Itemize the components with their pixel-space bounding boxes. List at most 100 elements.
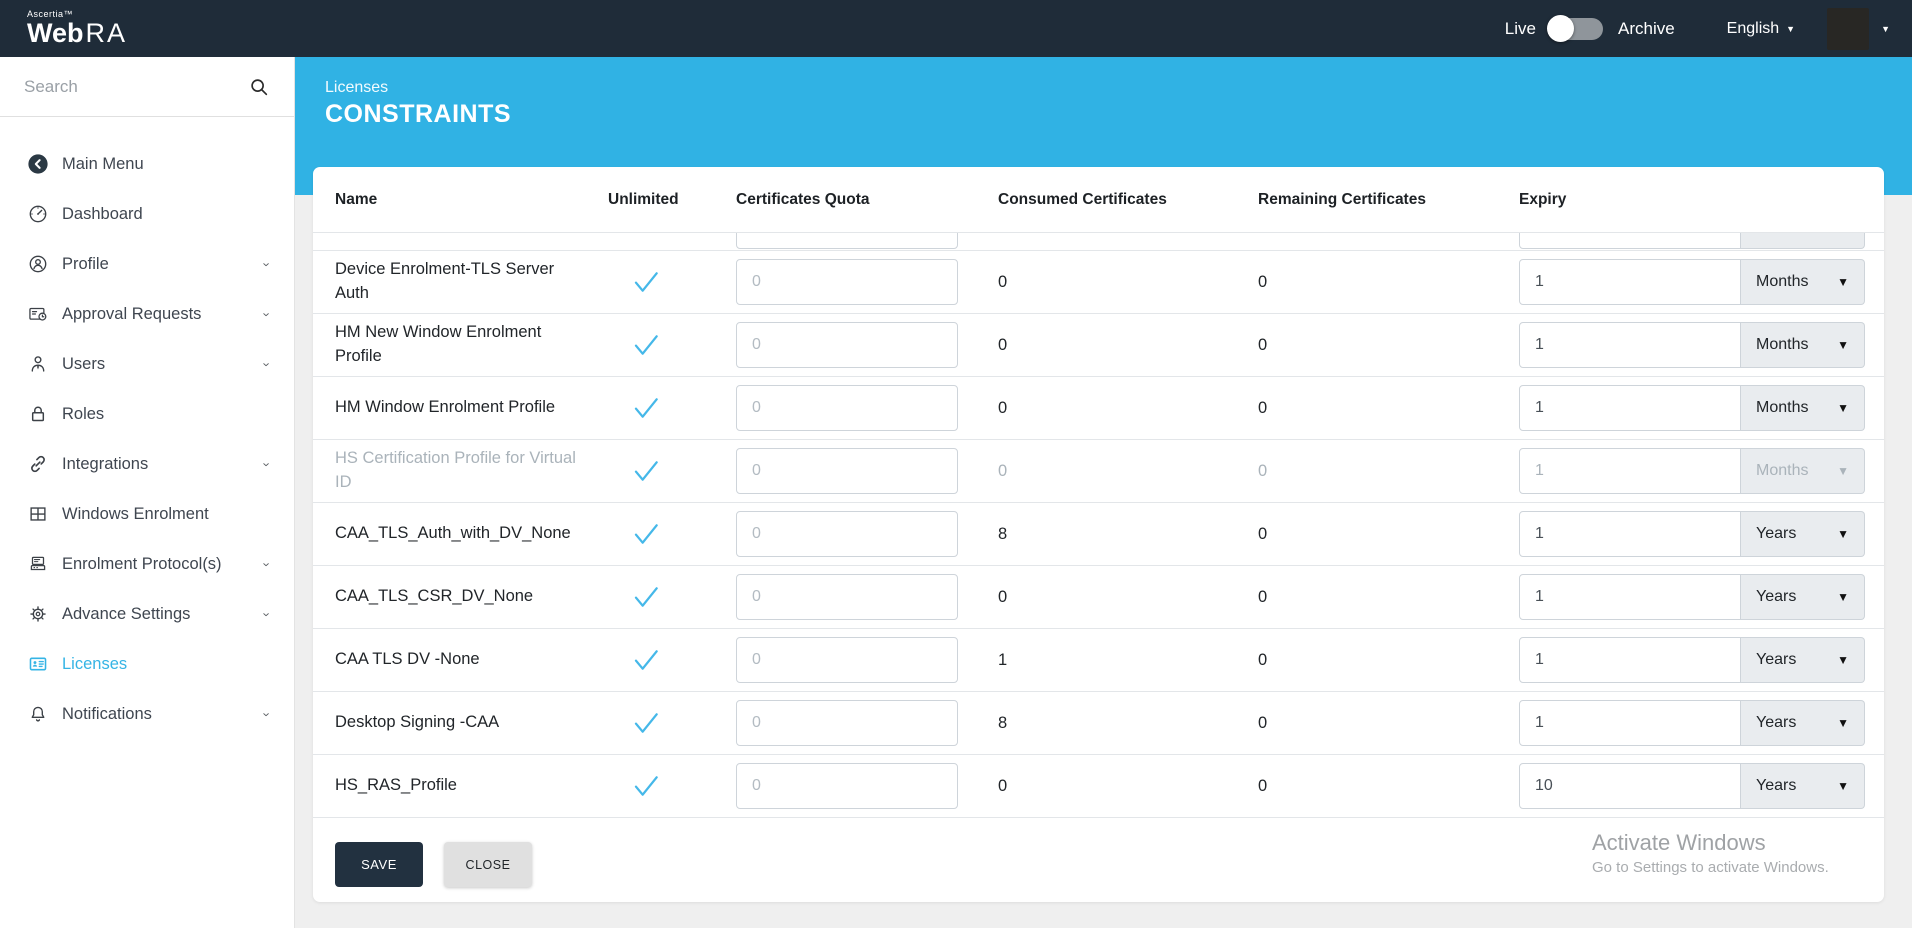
sidebar-search	[0, 57, 294, 117]
sidebar-item-users[interactable]: Users ›	[0, 339, 294, 389]
expiry-value-input[interactable]	[1519, 763, 1741, 809]
sidebar-item-roles[interactable]: Roles ›	[0, 389, 294, 439]
sidebar-item-enrolment-protocols[interactable]: Enrolment Protocol(s) ›	[0, 539, 294, 589]
avatar[interactable]	[1827, 8, 1869, 50]
save-button[interactable]: SAVE	[335, 842, 423, 887]
remaining-certificates-value: 0	[1258, 777, 1519, 796]
main-area: Licenses CONSTRAINTS Name Unlimited Cert…	[295, 57, 1912, 928]
unlimited-cell	[608, 455, 736, 487]
certificates-quota-input[interactable]	[736, 637, 958, 683]
table-body: Device Enrolment-TLS Server Auth 0 0 Mon…	[313, 251, 1884, 818]
close-button[interactable]: CLOSE	[444, 842, 532, 887]
sidebar-item-label: Approval Requests	[62, 305, 201, 324]
expiry-cell: Months ▼	[1519, 259, 1865, 305]
certificates-quota-input[interactable]	[736, 385, 958, 431]
check-icon	[630, 392, 662, 424]
chevron-down-icon: ›	[259, 562, 274, 566]
expiry-unit-dropdown[interactable]: Years ▼	[1741, 574, 1865, 620]
expiry-value-input[interactable]	[1519, 700, 1741, 746]
language-dropdown[interactable]: English ▼	[1727, 20, 1795, 38]
consumed-certificates-value: 0	[998, 336, 1258, 355]
expiry-unit-dropdown[interactable]: Years ▼	[1741, 511, 1865, 557]
sidebar: Main Menu › Dashboard › Profile › Approv…	[0, 57, 295, 928]
expiry-unit-dropdown[interactable]: Months ▼	[1741, 448, 1865, 494]
certificates-quota-input[interactable]	[736, 233, 958, 249]
expiry-unit-label: Months	[1756, 462, 1808, 480]
quota-cell	[736, 322, 998, 368]
remaining-certificates-value: 0	[1258, 462, 1519, 481]
protocol-icon	[27, 553, 49, 575]
sidebar-item-label: Windows Enrolment	[62, 505, 209, 524]
language-label: English	[1727, 20, 1779, 38]
user-menu-chevron-down-icon[interactable]: ▼	[1881, 24, 1890, 34]
certificates-quota-input[interactable]	[736, 322, 958, 368]
certificates-quota-input[interactable]	[736, 700, 958, 746]
sidebar-item-main-menu[interactable]: Main Menu ›	[0, 139, 294, 189]
sidebar-item-licenses[interactable]: Licenses ›	[0, 639, 294, 689]
unlimited-cell	[608, 392, 736, 424]
sidebar-item-notifications[interactable]: Notifications ›	[0, 689, 294, 739]
expiry-value-input[interactable]	[1519, 511, 1741, 557]
certificates-quota-input[interactable]	[736, 511, 958, 557]
quota-cell	[736, 259, 998, 305]
expiry-unit-dropdown[interactable]: Years ▼	[1741, 763, 1865, 809]
check-icon	[630, 266, 662, 298]
chevron-down-icon: ▼	[1837, 716, 1849, 730]
sidebar-item-windows-enrolment[interactable]: Windows Enrolment ›	[0, 489, 294, 539]
window-icon	[27, 503, 49, 525]
sidebar-item-approval-requests[interactable]: Approval Requests ›	[0, 289, 294, 339]
expiry-unit-dropdown[interactable]: Months ▼	[1741, 322, 1865, 368]
expiry-unit-dropdown[interactable]: Months ▼	[1741, 385, 1865, 431]
quota-cell	[736, 448, 998, 494]
approval-requests-icon	[27, 303, 49, 325]
expiry-value-input[interactable]	[1519, 574, 1741, 620]
users-icon	[27, 353, 49, 375]
table-row: HS Certification Profile for Virtual ID …	[313, 440, 1884, 503]
expiry-value-input[interactable]	[1519, 259, 1741, 305]
live-archive-toggle[interactable]	[1549, 18, 1603, 40]
search-input[interactable]	[24, 77, 248, 97]
sidebar-item-dashboard[interactable]: Dashboard ›	[0, 189, 294, 239]
page-title: CONSTRAINTS	[325, 100, 1912, 129]
profile-name: HS Certification Profile for Virtual ID	[335, 447, 608, 495]
expiry-unit-label: Months	[1756, 273, 1808, 291]
expiry-unit-dropdown[interactable]: Years ▼	[1741, 700, 1865, 746]
expiry-value-input[interactable]	[1519, 637, 1741, 683]
consumed-certificates-value: 0	[998, 273, 1258, 292]
sidebar-item-advance-settings[interactable]: Advance Settings ›	[0, 589, 294, 639]
table-row: HM Window Enrolment Profile 0 0 Months ▼	[313, 377, 1884, 440]
sidebar-item-label: Dashboard	[62, 205, 143, 224]
expiry-group: Years ▼	[1519, 574, 1865, 620]
chevron-down-icon: ›	[259, 312, 274, 316]
expiry-group: Months ▼	[1519, 322, 1865, 368]
consumed-certificates-value: 0	[998, 399, 1258, 418]
toggle-knob[interactable]	[1547, 15, 1574, 42]
expiry-value-input[interactable]	[1519, 233, 1741, 249]
certificates-quota-input[interactable]	[736, 259, 958, 305]
check-icon	[630, 770, 662, 802]
check-icon	[630, 518, 662, 550]
expiry-value-input[interactable]	[1519, 448, 1741, 494]
certificates-quota-input[interactable]	[736, 763, 958, 809]
quota-cell	[736, 574, 998, 620]
certificates-quota-input[interactable]	[736, 448, 958, 494]
expiry-value-input[interactable]	[1519, 322, 1741, 368]
profile-name: Device Enrolment-TLS Server Auth	[335, 258, 608, 306]
sidebar-item-profile[interactable]: Profile ›	[0, 239, 294, 289]
profile-name: CAA_TLS_Auth_with_DV_None	[335, 522, 608, 546]
search-icon[interactable]	[248, 76, 270, 98]
expiry-value-input[interactable]	[1519, 385, 1741, 431]
sidebar-item-integrations[interactable]: Integrations ›	[0, 439, 294, 489]
expiry-unit-dropdown[interactable]: Years ▼	[1741, 637, 1865, 683]
certificates-quota-input[interactable]	[736, 574, 958, 620]
quota-cell	[736, 511, 998, 557]
profile-name: Desktop Signing -CAA	[335, 711, 608, 735]
chevron-down-icon: ▼	[1837, 338, 1849, 352]
quota-cell	[736, 700, 998, 746]
profile-name: CAA_TLS_CSR_DV_None	[335, 585, 608, 609]
sidebar-item-label: Advance Settings	[62, 605, 190, 624]
partial-scrolled-row	[313, 233, 1884, 251]
expiry-unit-dropdown[interactable]	[1741, 233, 1865, 249]
expiry-unit-dropdown[interactable]: Months ▼	[1741, 259, 1865, 305]
expiry-cell: Years ▼	[1519, 637, 1865, 683]
